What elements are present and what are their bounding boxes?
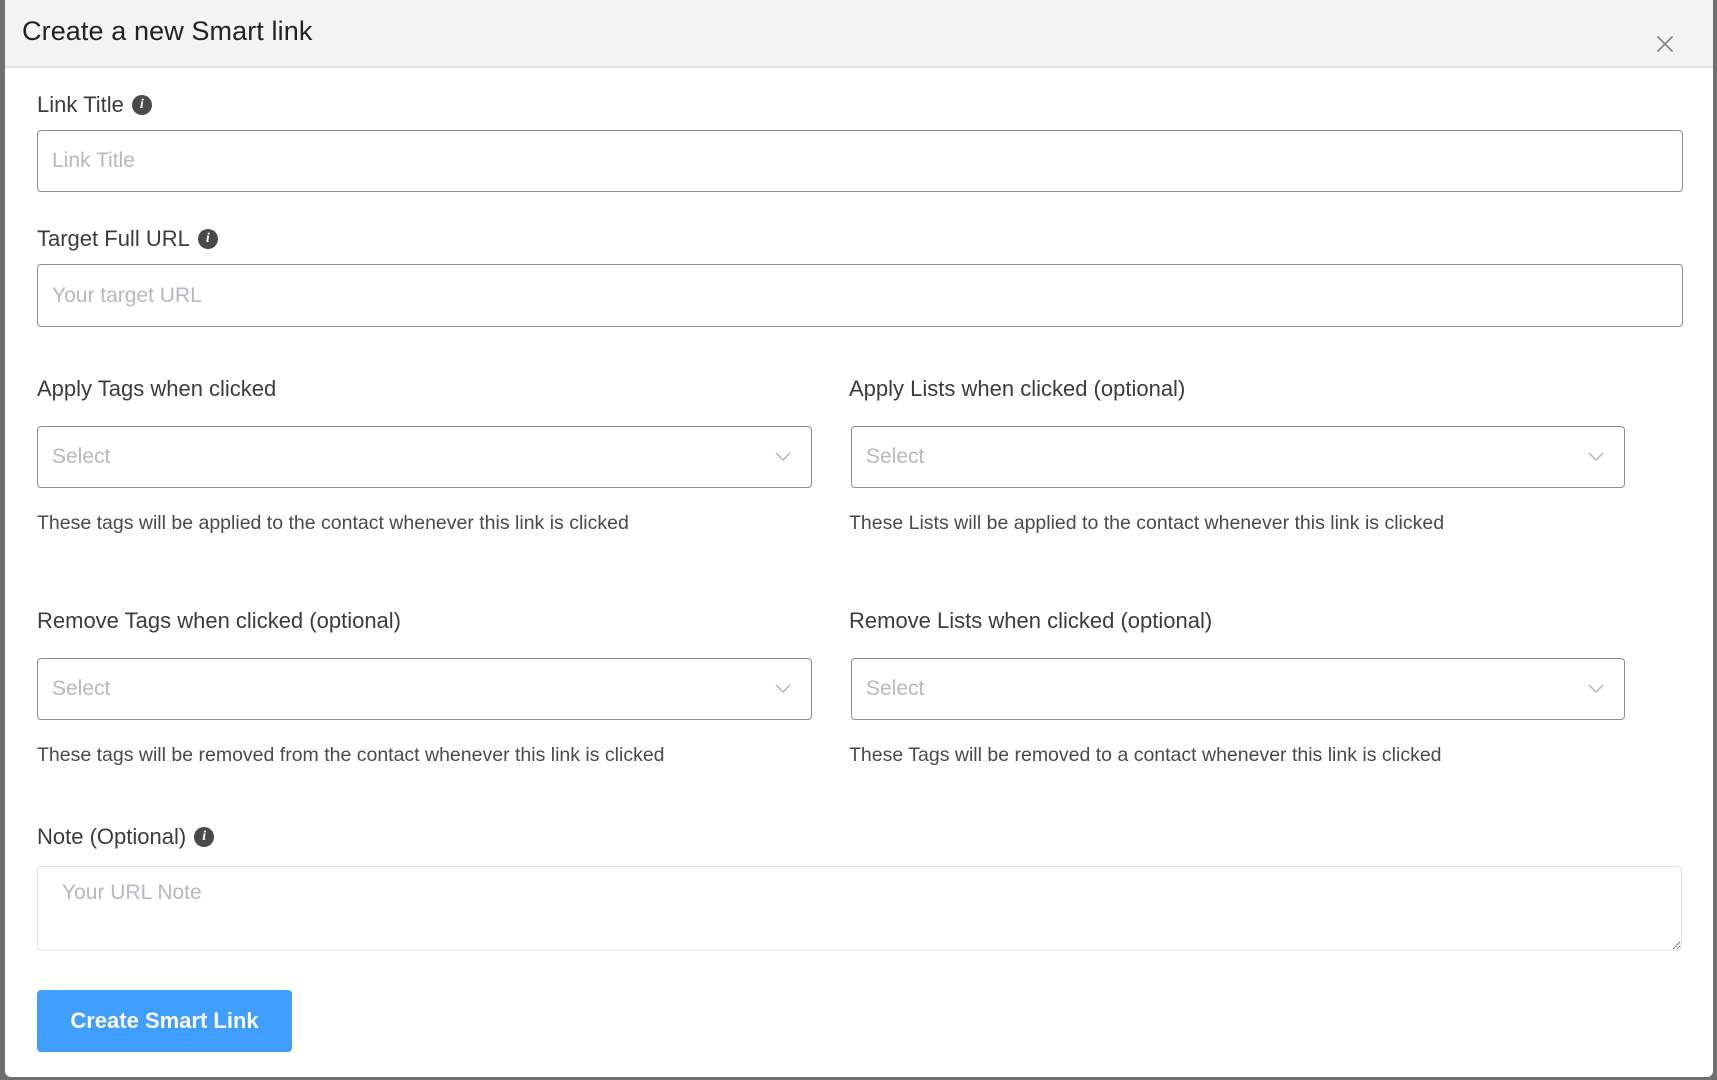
apply-lists-label-text: Apply Lists when clicked (optional) — [849, 376, 1186, 401]
chevron-down-icon — [775, 452, 791, 462]
modal-header: Create a new Smart link — [5, 0, 1713, 68]
chevron-down-icon — [775, 684, 791, 694]
apply-lists-help: These Lists will be applied to the conta… — [849, 512, 1445, 534]
target-url-input[interactable] — [37, 264, 1683, 327]
apply-tags-label: Apply Tags when clicked — [37, 376, 276, 402]
apply-lists-label: Apply Lists when clicked (optional) — [849, 376, 1185, 402]
remove-lists-placeholder: Select — [866, 677, 925, 700]
modal-title: Create a new Smart link — [22, 16, 313, 46]
create-smart-link-button[interactable]: Create Smart Link — [37, 990, 292, 1052]
apply-tags-help: These tags will be applied to the contac… — [37, 512, 629, 534]
create-smart-link-modal: Create a new Smart link Link Title i Tar… — [5, 0, 1713, 1077]
apply-lists-select[interactable]: Select — [851, 426, 1625, 488]
target-url-label-text: Target Full URL — [37, 226, 190, 251]
note-label: Note (Optional) i — [37, 824, 215, 850]
remove-lists-label: Remove Lists when clicked (optional) — [849, 608, 1212, 634]
chevron-down-icon — [1588, 452, 1604, 462]
link-title-label-text: Link Title — [37, 92, 124, 117]
remove-lists-select[interactable]: Select — [851, 658, 1625, 720]
target-url-label: Target Full URL i — [37, 226, 218, 252]
info-icon[interactable]: i — [194, 827, 215, 847]
remove-tags-help: These tags will be removed from the cont… — [37, 744, 665, 766]
link-title-label: Link Title i — [37, 92, 152, 118]
note-textarea[interactable] — [37, 866, 1682, 951]
close-button[interactable] — [1655, 34, 1675, 54]
chevron-down-icon — [1588, 684, 1604, 694]
close-icon — [1657, 36, 1673, 52]
remove-tags-placeholder: Select — [52, 677, 111, 700]
apply-tags-label-text: Apply Tags when clicked — [37, 376, 277, 401]
info-icon[interactable]: i — [197, 229, 218, 249]
remove-lists-help: These Tags will be removed to a contact … — [849, 744, 1442, 766]
apply-tags-select[interactable]: Select — [37, 426, 812, 488]
remove-tags-label-text: Remove Tags when clicked (optional) — [37, 608, 401, 633]
note-label-text: Note (Optional) — [37, 824, 187, 849]
info-icon[interactable]: i — [131, 95, 152, 115]
remove-tags-select[interactable]: Select — [37, 658, 812, 720]
link-title-input[interactable] — [37, 130, 1683, 192]
apply-lists-placeholder: Select — [866, 445, 925, 468]
apply-tags-placeholder: Select — [52, 445, 111, 468]
remove-lists-label-text: Remove Lists when clicked (optional) — [849, 608, 1213, 633]
remove-tags-label: Remove Tags when clicked (optional) — [37, 608, 401, 634]
